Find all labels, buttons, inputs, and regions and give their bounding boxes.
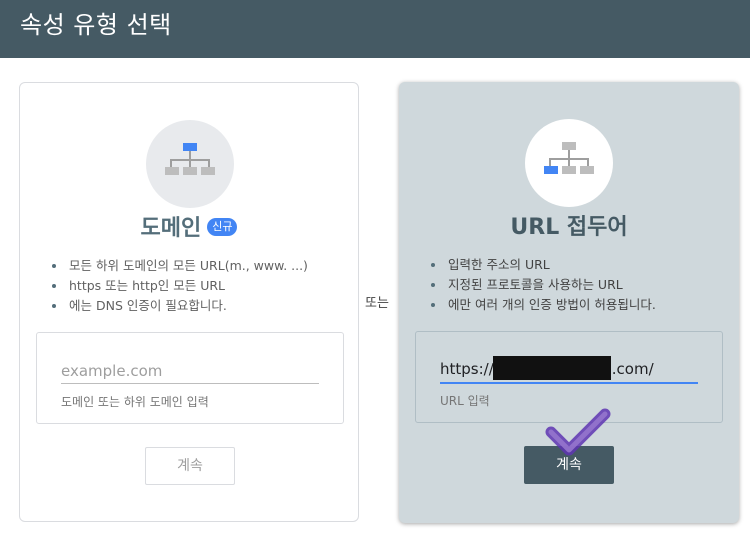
- domain-continue-button[interactable]: 계속: [145, 447, 235, 485]
- domain-input-helper: 도메인 또는 하위 도메인 입력: [61, 395, 209, 409]
- domain-input-container: 도메인 또는 하위 도메인 입력: [36, 332, 344, 424]
- sitemap-icon: [146, 120, 234, 208]
- dialog-title: 속성 유형 선택: [20, 11, 172, 39]
- list-item: 에는 DNS 인증이 필요합니다.: [67, 296, 308, 316]
- redacted-block: [493, 356, 611, 380]
- domain-input[interactable]: [61, 359, 319, 384]
- new-badge: 신규: [207, 218, 238, 236]
- checkmark-icon: [545, 408, 611, 456]
- url-input-prefix: https://: [440, 360, 494, 378]
- or-separator: 또는: [365, 296, 389, 311]
- url-input-helper: URL 입력: [440, 394, 490, 408]
- list-item: 입력한 주소의 URL: [446, 255, 656, 275]
- property-type-dialog: 속성 유형 선택 도메인 신규 모든 하위 도메인의 모든 URL(m., www…: [0, 0, 756, 545]
- url-prefix-feature-list: 입력한 주소의 URL 지정된 프로토콜을 사용하는 URL 에만 여러 개의 …: [428, 255, 656, 315]
- url-input-suffix: .com/: [611, 360, 654, 378]
- list-item: 지정된 프로토콜을 사용하는 URL: [446, 275, 656, 295]
- domain-card[interactable]: 도메인 신규 모든 하위 도메인의 모든 URL(m., www. ...) ht…: [19, 82, 359, 522]
- domain-title-text: 도메인: [140, 216, 202, 241]
- domain-feature-list: 모든 하위 도메인의 모든 URL(m., www. ...) https 또는…: [49, 256, 308, 316]
- list-item: https 또는 http인 모든 URL: [67, 276, 308, 296]
- domain-card-title: 도메인 신규: [20, 210, 358, 242]
- sitemap-icon: [525, 119, 613, 207]
- url-prefix-card-title: URL 접두어: [510, 215, 628, 240]
- list-item: 모든 하위 도메인의 모든 URL(m., www. ...): [67, 256, 308, 276]
- dialog-header: 속성 유형 선택: [0, 0, 750, 58]
- list-item: 에만 여러 개의 인증 방법이 허용됩니다.: [446, 295, 656, 315]
